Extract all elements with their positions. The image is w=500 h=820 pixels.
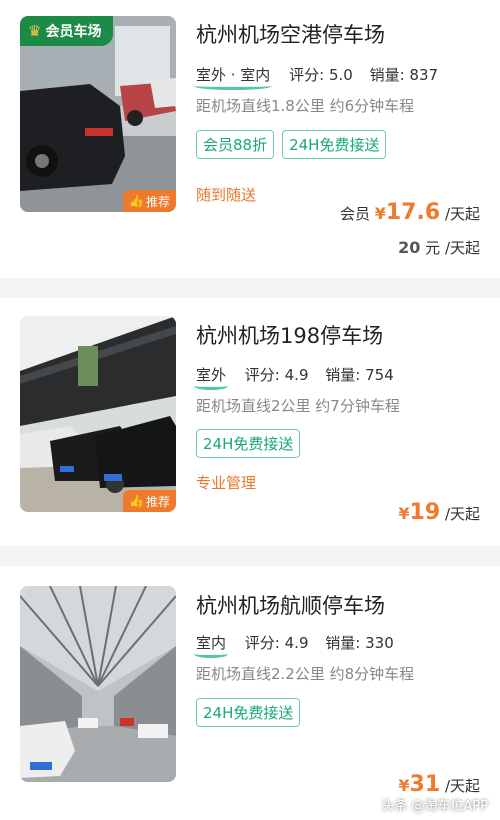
regular-price-value: 20 <box>398 238 421 257</box>
tag-member-discount: 会员88折 <box>196 130 275 159</box>
recommend-badge: 👍 推荐 <box>123 490 176 512</box>
parking-card[interactable]: 杭州机场航顺停车场 室内 评分: 4.9 销量: 330 距机场直线2.2公里 … <box>0 566 500 820</box>
member-price: 会员 ¥17.6 /天起 <box>340 200 480 225</box>
tag-free-shuttle: 24H免费接送 <box>282 130 387 159</box>
parking-card[interactable]: ♛ 会员车场 👍 推荐 杭州机场空港停车场 室外 · 室内 评分: 5.0 销量… <box>0 0 500 278</box>
price: ¥31 /天起 <box>398 772 480 797</box>
price-unit: /天起 <box>444 205 480 223</box>
parking-type: 室外 <box>193 366 229 390</box>
sales-value: 330 <box>365 634 394 652</box>
parking-meta: 室内 评分: 4.9 销量: 330 <box>193 632 406 658</box>
parking-meta: 室外 评分: 4.9 销量: 754 <box>193 364 406 390</box>
sales-value: 754 <box>365 366 394 384</box>
parking-photo-image <box>20 316 176 512</box>
crown-icon: ♛ <box>28 22 42 40</box>
distance-text: 距机场直线1.8公里 约6分钟车程 <box>196 97 415 115</box>
sales-value: 837 <box>409 66 439 84</box>
parking-type: 室内 <box>193 634 229 658</box>
service-note: 专业管理 <box>196 474 257 492</box>
recommend-badge-label: 推荐 <box>145 494 170 509</box>
currency-symbol: ¥ <box>398 776 410 795</box>
parking-photo[interactable] <box>20 586 176 782</box>
sales-label: 销量: <box>325 634 361 652</box>
tag-list: 24H免费接送 <box>196 429 301 458</box>
rating-value: 4.9 <box>284 366 309 384</box>
tag-list: 24H免费接送 <box>196 698 301 727</box>
rating-label: 评分: <box>244 634 280 652</box>
member-lot-badge-label: 会员车场 <box>45 24 102 40</box>
parking-name[interactable]: 杭州机场航顺停车场 <box>196 590 385 620</box>
price: ¥19 /天起 <box>398 500 480 525</box>
price-value: 19 <box>409 500 441 525</box>
tag-list: 会员88折 24H免费接送 <box>196 130 387 159</box>
currency-symbol: ¥ <box>398 504 410 523</box>
parking-photo-image <box>20 586 176 782</box>
recommend-badge-label: 推荐 <box>145 194 170 209</box>
parking-photo[interactable]: 👍 推荐 <box>20 316 176 512</box>
watermark: 头条 @淘车位APP <box>381 799 488 814</box>
currency-symbol: ¥ <box>374 204 386 223</box>
parking-name[interactable]: 杭州机场空港停车场 <box>196 19 385 49</box>
price-unit: /天起 <box>444 505 480 523</box>
member-price-value: 17.6 <box>385 200 441 225</box>
rating-value: 4.9 <box>284 634 309 652</box>
distance-text: 距机场直线2.2公里 约8分钟车程 <box>196 665 415 683</box>
parking-meta: 室外 · 室内 评分: 5.0 销量: 837 <box>193 64 450 90</box>
parking-type: 室外 · 室内 <box>193 66 273 90</box>
price-value: 31 <box>409 772 441 797</box>
parking-photo[interactable]: ♛ 会员车场 👍 推荐 <box>20 16 176 212</box>
recommend-badge: 👍 推荐 <box>123 190 176 212</box>
rating-label: 评分: <box>244 366 280 384</box>
tag-free-shuttle: 24H免费接送 <box>196 698 301 727</box>
distance-text: 距机场直线2公里 约7分钟车程 <box>196 397 400 415</box>
parking-name[interactable]: 杭州机场198停车场 <box>196 320 383 350</box>
sales-label: 销量: <box>369 66 405 84</box>
service-note: 随到随送 <box>196 186 257 204</box>
parking-card[interactable]: 👍 推荐 杭州机场198停车场 室外 评分: 4.9 销量: 754 距机场直线… <box>0 298 500 546</box>
regular-price: 20 元 /天起 <box>398 237 480 258</box>
rating-label: 评分: <box>289 66 325 84</box>
sales-label: 销量: <box>325 366 361 384</box>
member-price-label: 会员 <box>339 205 370 223</box>
thumbs-up-icon: 👍 <box>129 494 144 508</box>
thumbs-up-icon: 👍 <box>129 194 144 208</box>
member-lot-badge: ♛ 会员车场 <box>20 16 114 46</box>
regular-price-unit: 元 /天起 <box>425 239 480 257</box>
rating-value: 5.0 <box>328 66 353 84</box>
tag-free-shuttle: 24H免费接送 <box>196 429 301 458</box>
price-unit: /天起 <box>444 777 480 795</box>
